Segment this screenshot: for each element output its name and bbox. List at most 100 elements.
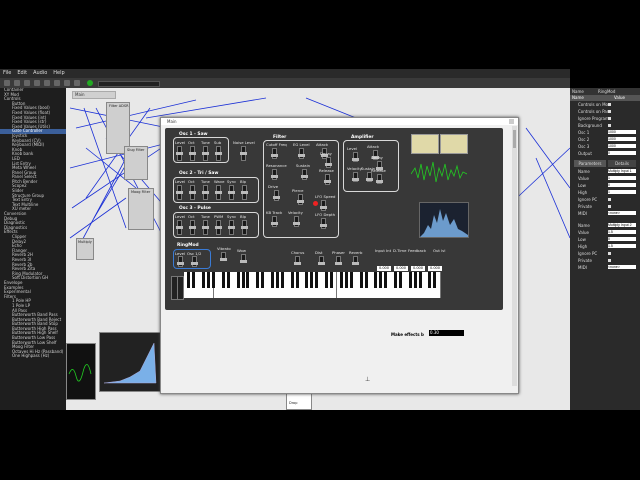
tab-parameters[interactable]: Parameters bbox=[574, 160, 606, 167]
filter-slider[interactable] bbox=[297, 194, 304, 205]
black-key[interactable] bbox=[221, 272, 225, 288]
piano-keyboard[interactable] bbox=[184, 272, 441, 298]
noise-level-slider[interactable] bbox=[240, 146, 247, 161]
black-key[interactable] bbox=[374, 272, 378, 288]
prop-value-field[interactable] bbox=[608, 176, 636, 180]
dtime-value[interactable]: 0.000 bbox=[394, 266, 408, 271]
prop-value-field[interactable] bbox=[608, 183, 636, 187]
osc1-slider[interactable] bbox=[202, 146, 209, 161]
module-browser-tree[interactable]: Container XY Mod Controls Button Fixed Value… bbox=[0, 88, 67, 410]
prop-checkbox[interactable] bbox=[608, 198, 611, 201]
filter-slider[interactable] bbox=[301, 169, 308, 180]
prop-value-field[interactable] bbox=[608, 230, 636, 234]
tree-item[interactable]: One Highpass (Hz) bbox=[0, 354, 66, 359]
prop-value-field[interactable] bbox=[608, 244, 636, 248]
amp-slider[interactable] bbox=[376, 174, 383, 184]
black-key[interactable] bbox=[379, 272, 383, 288]
filter-slider[interactable] bbox=[325, 157, 332, 168]
paste-icon[interactable] bbox=[54, 80, 60, 86]
black-key[interactable] bbox=[398, 272, 402, 288]
ringmod-level-slider[interactable] bbox=[177, 256, 184, 267]
black-key[interactable] bbox=[192, 272, 196, 288]
black-key[interactable] bbox=[315, 272, 319, 288]
black-key[interactable] bbox=[280, 272, 284, 288]
module-node[interactable]: Multiply bbox=[76, 238, 94, 260]
osc3-slider[interactable] bbox=[241, 220, 248, 235]
osc3-slider[interactable] bbox=[189, 220, 196, 235]
black-key[interactable] bbox=[330, 272, 334, 288]
osc1-slider[interactable] bbox=[176, 146, 183, 161]
black-key[interactable] bbox=[428, 272, 432, 288]
black-key[interactable] bbox=[256, 272, 260, 288]
black-key[interactable] bbox=[344, 272, 348, 288]
out-lvl-value[interactable]: 0.000 bbox=[428, 266, 442, 271]
prop-checkbox[interactable] bbox=[608, 124, 611, 127]
menu-help[interactable]: Help bbox=[50, 69, 67, 77]
amp-slider[interactable] bbox=[352, 172, 359, 182]
effect-slider[interactable] bbox=[220, 252, 227, 261]
black-key[interactable] bbox=[290, 272, 294, 288]
patch-wire[interactable] bbox=[525, 127, 570, 189]
scroll-thumb[interactable] bbox=[513, 130, 516, 148]
module-node[interactable]: Moog Filter bbox=[128, 188, 154, 230]
prop-value-field[interactable] bbox=[608, 265, 636, 269]
black-key[interactable] bbox=[310, 272, 314, 288]
menu-audio[interactable]: Audio bbox=[30, 69, 50, 77]
black-key[interactable] bbox=[202, 272, 206, 288]
effect-slider[interactable] bbox=[318, 256, 325, 265]
prop-checkbox[interactable] bbox=[608, 205, 611, 208]
black-key[interactable] bbox=[241, 272, 245, 288]
black-key[interactable] bbox=[413, 272, 417, 288]
black-key[interactable] bbox=[295, 272, 299, 288]
effect-slider[interactable] bbox=[335, 256, 342, 265]
filter-slider[interactable] bbox=[273, 190, 280, 201]
copy-icon[interactable] bbox=[44, 80, 50, 86]
osc3-slider[interactable] bbox=[202, 220, 209, 235]
prop-value-field[interactable] bbox=[608, 190, 636, 194]
redo-icon[interactable] bbox=[74, 80, 80, 86]
black-key[interactable] bbox=[364, 272, 368, 288]
osc2-slider[interactable] bbox=[241, 185, 248, 200]
filter-slider[interactable] bbox=[293, 216, 300, 227]
black-key[interactable] bbox=[271, 272, 275, 288]
new-icon[interactable] bbox=[4, 80, 10, 86]
bypass-value[interactable]: 0.30 bbox=[429, 330, 464, 336]
black-key[interactable] bbox=[187, 272, 191, 288]
prop-checkbox[interactable] bbox=[608, 103, 611, 106]
black-key[interactable] bbox=[236, 272, 240, 288]
tab-details[interactable]: Details bbox=[608, 160, 636, 167]
black-key[interactable] bbox=[325, 272, 329, 288]
close-icon[interactable] bbox=[509, 119, 514, 124]
prop-value-field[interactable] bbox=[608, 151, 636, 155]
black-key[interactable] bbox=[359, 272, 363, 288]
save-icon[interactable] bbox=[24, 80, 30, 86]
amp-slider[interactable] bbox=[352, 152, 359, 162]
filter-slider[interactable] bbox=[298, 148, 305, 159]
osc2-slider[interactable] bbox=[215, 185, 222, 200]
osc3-slider[interactable] bbox=[228, 220, 235, 235]
input-int-value[interactable]: 0.000 bbox=[377, 266, 391, 271]
prop-value-field[interactable] bbox=[608, 169, 636, 173]
black-key[interactable] bbox=[433, 272, 437, 288]
prop-value-field[interactable] bbox=[608, 144, 636, 148]
black-key[interactable] bbox=[394, 272, 398, 288]
black-key[interactable] bbox=[305, 272, 309, 288]
filter-slider[interactable] bbox=[271, 216, 278, 227]
open-icon[interactable] bbox=[14, 80, 20, 86]
menu-file[interactable]: File bbox=[0, 69, 14, 77]
prop-checkbox[interactable] bbox=[608, 110, 611, 113]
filter-slider[interactable] bbox=[271, 169, 278, 180]
prop-value-field[interactable] bbox=[608, 211, 636, 215]
effect-slider[interactable] bbox=[352, 256, 359, 265]
osc2-slider[interactable] bbox=[176, 185, 183, 200]
osc2-slider[interactable] bbox=[189, 185, 196, 200]
osc1-slider[interactable] bbox=[215, 146, 222, 161]
black-key[interactable] bbox=[349, 272, 353, 288]
patch-wire[interactable] bbox=[305, 97, 357, 119]
black-key[interactable] bbox=[275, 272, 279, 288]
filter-slider[interactable] bbox=[324, 174, 331, 185]
osc3-slider[interactable] bbox=[176, 220, 183, 235]
filter-slider[interactable] bbox=[271, 148, 278, 159]
ringmod-osc-slider[interactable] bbox=[191, 256, 198, 267]
black-key[interactable] bbox=[418, 272, 422, 288]
